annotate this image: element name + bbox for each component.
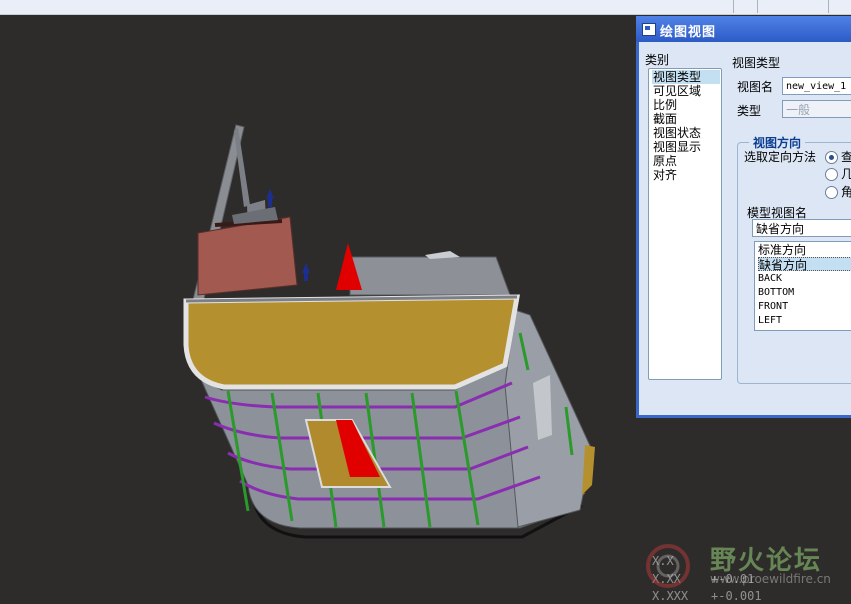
watermark-url: www.proewildfire.cn — [710, 572, 831, 586]
orient-radio-view-names[interactable] — [825, 151, 838, 164]
category-item-scale[interactable]: 比例 — [652, 98, 678, 112]
orient-radio-angles[interactable] — [825, 186, 838, 199]
blue-arrow-marker-icon — [266, 189, 274, 199]
category-item-view-type[interactable]: 视图类型 — [652, 70, 720, 84]
toolbar-separator — [733, 0, 734, 13]
blue-arrow-marker-icon — [268, 199, 272, 207]
grey-box — [349, 256, 511, 296]
category-list[interactable]: 视图类型 可见区域 比例 截面 视图状态 视图显示 原点 对齐 — [648, 68, 722, 380]
model-view-item[interactable]: BOTTOM — [758, 286, 794, 300]
view-name-label: 视图名 — [737, 80, 774, 94]
model-view-list[interactable]: 标准方向 缺省方向 BACK BOTTOM FRONT LEFT — [754, 241, 851, 331]
model-view-name-input[interactable]: 缺省方向 — [752, 219, 851, 237]
toolbar-separator — [828, 0, 829, 13]
drawing-view-dialog[interactable]: 绘图视图 类别 视图类型 可见区域 比例 截面 视图状态 视图显示 原点 对齐 … — [636, 16, 851, 418]
dialog-title: 绘图视图 — [660, 25, 717, 40]
dialog-body: 类别 视图类型 可见区域 比例 截面 视图状态 视图显示 原点 对齐 视图类型 … — [639, 42, 851, 415]
orient-option-label: 角 — [841, 185, 851, 199]
model-view-item[interactable]: FRONT — [758, 300, 788, 314]
forum-watermark: 野火论坛 www.proewildfire.cn — [640, 536, 851, 604]
view-name-input[interactable]: new_view_1 — [782, 77, 851, 95]
orient-radio-geometry[interactable] — [825, 168, 838, 181]
category-item-origin[interactable]: 原点 — [652, 154, 678, 168]
orient-method-label: 选取定向方法 — [744, 150, 817, 164]
model-view-item-selected[interactable]: 缺省方向 — [758, 257, 851, 272]
blue-arrow-marker-icon — [304, 273, 308, 281]
model-view-item[interactable]: 标准方向 — [758, 243, 806, 257]
category-item-alignment[interactable]: 对齐 — [652, 168, 678, 182]
blue-arrow-marker-icon — [302, 263, 310, 273]
category-item-visible-area[interactable]: 可见区域 — [652, 84, 702, 98]
dialog-app-icon — [642, 23, 656, 36]
category-item-view-display[interactable]: 视图显示 — [652, 140, 702, 154]
orient-option-label: 几 — [841, 167, 851, 181]
toolbar-separator — [757, 0, 758, 13]
model-view-item[interactable]: LEFT — [758, 314, 782, 328]
type-label: 类型 — [737, 104, 762, 118]
frame-strut — [234, 127, 250, 207]
model-view-item[interactable]: BACK — [758, 272, 782, 286]
dialog-titlebar[interactable]: 绘图视图 — [636, 16, 851, 42]
category-item-section[interactable]: 截面 — [652, 112, 678, 126]
top-slab — [183, 294, 520, 390]
section-title: 视图类型 — [732, 56, 781, 70]
category-label: 类别 — [645, 53, 670, 67]
orient-option-label: 查 — [841, 150, 851, 164]
category-item-view-states[interactable]: 视图状态 — [652, 126, 702, 140]
watermark-logo-icon — [646, 544, 690, 588]
type-select[interactable]: 一般 — [782, 100, 851, 118]
top-toolbar-strip — [0, 0, 851, 15]
